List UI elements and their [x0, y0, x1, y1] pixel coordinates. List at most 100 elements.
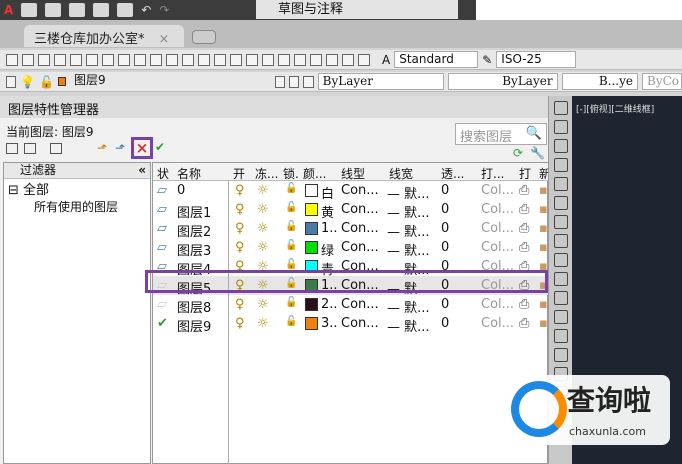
- text-style-dropdown[interactable]: Standard: [394, 51, 479, 68]
- filter-all[interactable]: ⊟ 全部: [4, 179, 150, 198]
- bulb-on-icon[interactable]: ♀: [235, 316, 245, 331]
- preview-icon[interactable]: [70, 53, 82, 66]
- layer-previous-icon[interactable]: [289, 75, 300, 88]
- plotstyle-dropdown[interactable]: ByCo: [642, 73, 682, 90]
- new-group-filter-icon[interactable]: [24, 143, 36, 154]
- plot-icon[interactable]: ⎙: [519, 316, 529, 331]
- current-layer-icon[interactable]: ✔: [157, 316, 168, 331]
- tool-palette-icon[interactable]: [294, 53, 306, 66]
- bulb-on-icon[interactable]: ♀: [235, 240, 245, 255]
- viewport-label[interactable]: [-][俯视][二维线框]: [576, 105, 654, 115]
- layer-state-icon[interactable]: [303, 75, 314, 88]
- delete-layer-button[interactable]: ×: [131, 137, 153, 159]
- table-row[interactable]: ▱ 图层1 ♀ ☼ 🔓 黄 Con... — 默... 0 Col... ⎙ ▪: [153, 200, 549, 221]
- column-header[interactable]: 打...: [481, 165, 504, 182]
- construction-line-icon[interactable]: [553, 120, 568, 134]
- column-header[interactable]: 锁.: [283, 165, 299, 182]
- column-header[interactable]: 打: [519, 165, 531, 182]
- new-vp-freeze-icon[interactable]: ▪: [539, 202, 548, 217]
- zoom-previous-icon[interactable]: [246, 53, 258, 66]
- open-icon[interactable]: [45, 3, 62, 17]
- sun-thawed-icon[interactable]: ☼: [257, 316, 269, 331]
- markup-icon[interactable]: [326, 53, 338, 66]
- rectangle-icon[interactable]: [553, 177, 568, 191]
- plot-icon[interactable]: ⎙: [519, 240, 529, 255]
- layer-manager-icon[interactable]: [6, 75, 17, 88]
- calc-icon[interactable]: [342, 53, 354, 66]
- copy-icon[interactable]: [118, 53, 130, 66]
- bulb-on-icon[interactable]: ♀: [235, 297, 245, 312]
- pan-icon[interactable]: [198, 53, 210, 66]
- column-header[interactable]: 线宽: [389, 165, 413, 182]
- ellipse-icon[interactable]: [553, 272, 568, 286]
- unlock-icon[interactable]: 🔓: [285, 240, 297, 251]
- line-icon[interactable]: [553, 101, 568, 115]
- app-logo-icon[interactable]: A: [4, 3, 13, 17]
- zoom-icon[interactable]: [214, 53, 226, 66]
- match-icon[interactable]: [150, 53, 162, 66]
- collapse-filter-button[interactable]: «: [138, 163, 146, 178]
- redo-icon[interactable]: [182, 53, 194, 66]
- zoom-window-icon[interactable]: [230, 53, 242, 66]
- table-row[interactable]: ▱ 图层8 ♀ ☼ 🔓 2.. Con... — 默... 0 Col... ⎙ ▪: [153, 295, 549, 316]
- sun-thawed-icon[interactable]: ☼: [257, 221, 269, 236]
- new-vp-freeze-icon[interactable]: ▪: [539, 297, 548, 312]
- linetype-dropdown[interactable]: ByLayer: [447, 73, 558, 90]
- color-swatch[interactable]: [305, 317, 318, 330]
- column-header[interactable]: 名称: [177, 165, 201, 182]
- sun-thawed-icon[interactable]: ☼: [257, 240, 269, 255]
- open-icon[interactable]: [22, 53, 34, 66]
- sun-thawed-icon[interactable]: ☼: [257, 183, 269, 198]
- document-tab[interactable]: 三楼仓库加办公室* ×: [24, 25, 184, 47]
- new-layer-vp-frozen-icon[interactable]: ⬏: [115, 141, 125, 155]
- table-row[interactable]: ▱ 图层3 ♀ ☼ 🔓 绿 Con... — 默... 0 Col... ⎙ ▪: [153, 238, 549, 259]
- column-header[interactable]: 透...: [441, 165, 464, 182]
- cut-icon[interactable]: [102, 53, 114, 66]
- column-header[interactable]: 线型: [341, 165, 365, 182]
- plot-icon[interactable]: [54, 53, 66, 66]
- sun-thawed-icon[interactable]: ☼: [257, 202, 269, 217]
- undo-icon[interactable]: [166, 53, 178, 66]
- lineweight-dropdown[interactable]: B...ye: [561, 73, 639, 90]
- make-block-icon[interactable]: [553, 329, 568, 343]
- properties-icon[interactable]: [262, 53, 274, 66]
- bulb-on-icon[interactable]: ♀: [235, 221, 245, 236]
- unlock-icon[interactable]: 🔓: [285, 259, 297, 270]
- column-header[interactable]: 颜...: [303, 165, 326, 182]
- cloud-icon[interactable]: [553, 234, 568, 248]
- table-row[interactable]: ▱ 图层2 ♀ ☼ 🔓 1.. Con... — 默... 0 Col... ⎙ ▪: [153, 219, 549, 240]
- color-swatch[interactable]: [305, 184, 318, 197]
- filter-used[interactable]: 所有使用的图层: [4, 198, 150, 215]
- new-property-filter-icon[interactable]: [6, 143, 18, 154]
- new-vp-freeze-icon[interactable]: ▪: [539, 316, 548, 331]
- sun-thawed-icon[interactable]: ☼: [257, 297, 269, 312]
- spline-icon[interactable]: [553, 253, 568, 267]
- design-center-icon[interactable]: [278, 53, 290, 66]
- polygon-icon[interactable]: [553, 158, 568, 172]
- refresh-icon[interactable]: ⟳: [513, 146, 523, 160]
- polyline-icon[interactable]: [553, 139, 568, 153]
- close-tab-icon[interactable]: ×: [159, 32, 170, 47]
- publish-icon[interactable]: [86, 53, 98, 66]
- save-icon[interactable]: [38, 53, 50, 66]
- ellipse-arc-icon[interactable]: [553, 291, 568, 305]
- layer-dropdown[interactable]: 图层9: [70, 73, 271, 90]
- make-current-icon[interactable]: [274, 75, 286, 88]
- help-icon[interactable]: [358, 53, 370, 66]
- new-icon[interactable]: [6, 53, 18, 66]
- point-icon[interactable]: [553, 348, 568, 362]
- new-vp-freeze-icon[interactable]: ▪: [539, 221, 548, 236]
- new-layer-icon[interactable]: ⬏: [97, 141, 107, 155]
- unlock-icon[interactable]: 🔓: [285, 297, 297, 308]
- table-row[interactable]: ▱ 0 ♀ ☼ 🔓 白 Con... — 默... 0 Col... ⎙ ▪: [153, 181, 549, 202]
- color-swatch[interactable]: [305, 241, 318, 254]
- sheet-set-icon[interactable]: [310, 53, 322, 66]
- paste-icon[interactable]: [134, 53, 146, 66]
- layer-states-icon[interactable]: [50, 143, 62, 154]
- unlock-icon[interactable]: 🔓: [285, 202, 297, 213]
- settings-icon[interactable]: 🔧: [530, 146, 545, 160]
- workspace-dropdown[interactable]: 草图与注释: [256, 0, 458, 19]
- undo-icon[interactable]: ↶: [141, 3, 151, 17]
- new-tab-button[interactable]: [192, 30, 216, 44]
- bulb-on-icon[interactable]: ♀: [235, 183, 245, 198]
